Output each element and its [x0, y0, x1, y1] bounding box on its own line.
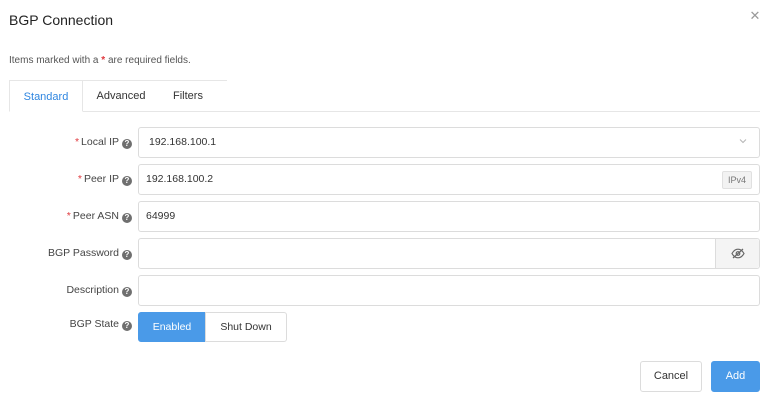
bgp-state-label: BGP State? — [0, 318, 132, 331]
help-icon[interactable]: ? — [122, 321, 132, 331]
tab-advanced[interactable]: Advanced — [84, 80, 158, 112]
ipv4-badge: IPv4 — [721, 171, 752, 189]
local-ip-select[interactable]: 192.168.100.1 — [138, 127, 760, 158]
toggle-password-visibility-button[interactable] — [715, 239, 759, 268]
dialog-title: BGP Connection — [9, 12, 114, 28]
required-marker: * — [66, 210, 71, 222]
bgp-state-enabled-button[interactable]: Enabled — [138, 312, 206, 342]
add-button[interactable]: Add — [711, 361, 760, 392]
tab-filters[interactable]: Filters — [158, 80, 218, 112]
help-icon[interactable]: ? — [122, 213, 132, 223]
help-icon[interactable]: ? — [122, 139, 132, 149]
eye-slash-icon — [731, 248, 745, 259]
required-note: Items marked with a * are required field… — [9, 55, 191, 66]
help-icon[interactable]: ? — [122, 250, 132, 260]
peer-asn-input[interactable]: 64999 — [138, 201, 760, 232]
help-icon[interactable]: ? — [122, 176, 132, 186]
bgp-password-label: BGP Password? — [0, 247, 132, 260]
required-note-prefix: Items marked with a — [9, 55, 99, 66]
bgp-password-input[interactable] — [138, 238, 760, 269]
local-ip-label: * Local IP? — [0, 136, 132, 149]
description-input[interactable] — [138, 275, 760, 306]
cancel-button[interactable]: Cancel — [640, 361, 702, 392]
description-label: Description? — [0, 284, 132, 297]
required-note-suffix: are required fields. — [107, 55, 191, 66]
chevron-down-icon — [739, 139, 747, 144]
local-ip-value: 192.168.100.1 — [149, 136, 217, 148]
bgp-state-shut-down-button[interactable]: Shut Down — [205, 312, 287, 342]
required-star: * — [101, 55, 106, 66]
peer-asn-label: * Peer ASN? — [0, 210, 132, 223]
close-icon[interactable]: ✕ — [748, 9, 762, 23]
peer-ip-label: * Peer IP? — [0, 173, 132, 186]
required-marker: * — [77, 173, 82, 185]
tab-standard[interactable]: Standard — [9, 80, 83, 112]
required-marker: * — [74, 136, 80, 148]
help-icon[interactable]: ? — [122, 287, 132, 297]
peer-ip-value: 192.168.100.2 — [146, 173, 214, 185]
peer-ip-input[interactable]: 192.168.100.2 IPv4 — [138, 164, 760, 195]
peer-asn-value: 64999 — [146, 210, 176, 222]
